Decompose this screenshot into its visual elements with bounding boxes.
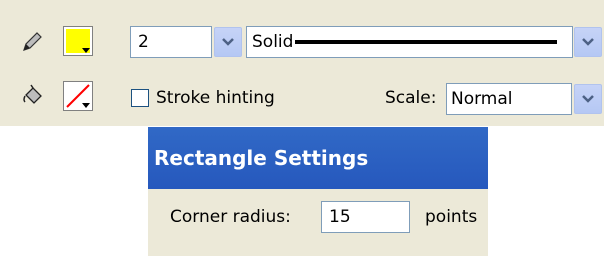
scale-value: Normal [451, 89, 513, 109]
stroke-color-swatch[interactable] [63, 26, 93, 56]
swatch-arrow-icon [82, 48, 90, 53]
scale-label: Scale: [385, 88, 437, 108]
corner-radius-value: 15 [329, 207, 351, 227]
corner-radius-input[interactable]: 15 [321, 201, 410, 233]
swatch-arrow-icon [82, 103, 90, 108]
rectangle-settings-title: Rectangle Settings [154, 146, 369, 170]
paint-bucket-icon [20, 83, 46, 109]
stroke-style-select[interactable]: Solid [246, 26, 573, 58]
corner-radius-unit: points [425, 207, 478, 227]
stroke-width-dropdown-button[interactable] [214, 27, 242, 57]
corner-radius-label: Corner radius: [170, 207, 291, 227]
stroke-hinting-checkbox[interactable] [131, 89, 149, 107]
pencil-icon [20, 30, 44, 54]
scale-select[interactable]: Normal [446, 83, 572, 115]
stroke-style-dropdown-button[interactable] [574, 27, 602, 57]
chevron-down-icon [222, 38, 234, 46]
stroke-hinting-label: Stroke hinting [156, 88, 275, 108]
stroke-line-preview [295, 40, 558, 44]
chevron-down-icon [582, 38, 594, 46]
stroke-style-value: Solid [252, 32, 294, 52]
rectangle-settings-title-bar: Rectangle Settings [148, 127, 488, 189]
stroke-width-input[interactable]: 2 [130, 26, 212, 58]
chevron-down-icon [582, 95, 594, 103]
stroke-width-value: 2 [138, 32, 149, 52]
fill-color-swatch[interactable] [63, 81, 93, 111]
scale-dropdown-button[interactable] [574, 84, 602, 114]
